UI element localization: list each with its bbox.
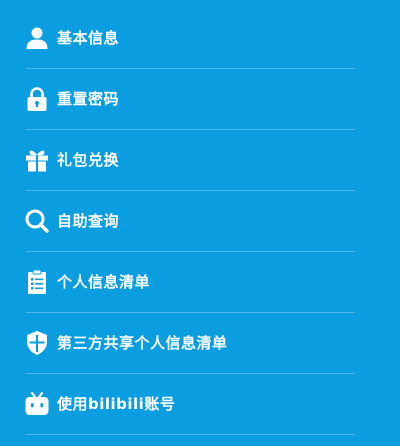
menu-item-label: 使用bilibili账号 [57,395,176,413]
menu-item-label: 礼包兑换 [57,151,120,169]
menu-item-personal-info-list[interactable]: 个人信息清单 [0,251,400,312]
menu-item-label: 基本信息 [57,29,120,47]
user-icon [24,25,50,51]
divider [26,434,355,435]
account-menu: 基本信息 重置密码 礼包兑换 自助查询 个人信息清单 第三方共享个人信息清单 使… [0,0,400,446]
menu-item-label: 第三方共享个人信息清单 [57,334,228,352]
gift-icon [24,147,50,173]
menu-item-use-bilibili-account[interactable]: 使用bilibili账号 [0,373,400,434]
menu-item-gift-redeem[interactable]: 礼包兑换 [0,129,400,190]
search-icon [24,208,50,234]
menu-item-basic-info[interactable]: 基本信息 [0,7,400,68]
lock-icon [24,86,50,112]
menu-item-label: 自助查询 [57,212,120,230]
clipboard-list-icon [24,269,50,295]
menu-item-self-query[interactable]: 自助查询 [0,190,400,251]
menu-item-reset-password[interactable]: 重置密码 [0,68,400,129]
menu-item-label: 重置密码 [57,90,120,108]
menu-item-label: 个人信息清单 [57,273,151,291]
bilibili-tv-icon [24,391,50,417]
shield-icon [24,330,50,356]
menu-item-third-party-sharing-list[interactable]: 第三方共享个人信息清单 [0,312,400,373]
